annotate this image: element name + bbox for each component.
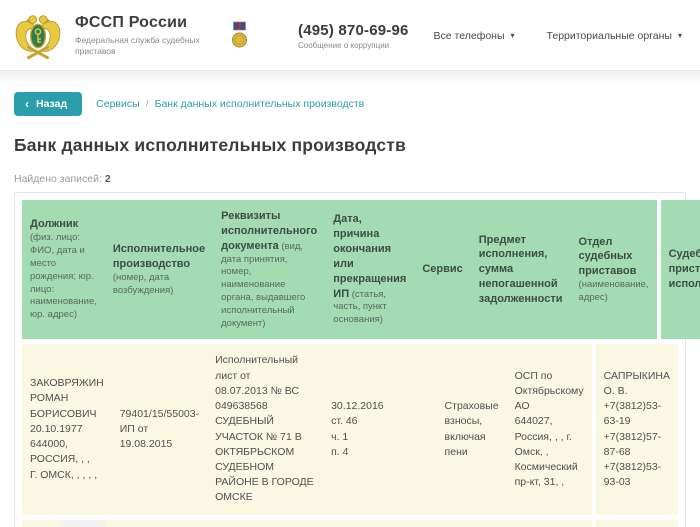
results-label: Найдено записей: (14, 173, 102, 185)
column-header-termination: Дата, причина окончания или прекращения … (325, 200, 414, 339)
proceedings-table: Должник (физ. лицо: ФИО, дата и место ро… (14, 192, 686, 527)
chevron-down-icon: ▾ (511, 32, 515, 40)
results-count: 2 (105, 173, 111, 185)
nav-all-phones[interactable]: Все телефоны ▾ (434, 30, 515, 42)
cell-proceeding: 79401/15/55003- ИП от 19.08.2015 (112, 344, 207, 514)
column-header-document: Реквизиты исполнительного документа (вид… (213, 200, 325, 339)
cell-department: ОСП по Октябрьскому АО 644027, Россия, ,… (507, 520, 592, 527)
breadcrumb: ‹ Назад Сервисы / Банк данных исполнител… (14, 92, 686, 116)
medal-icon (231, 21, 248, 51)
cell-document: Исполнительный лист от 08.07.2013 № ВС 0… (207, 344, 323, 514)
column-header-bailiff: Судебный пристав-исполнитель (661, 200, 700, 339)
home-link[interactable]: ФССП России Федеральная служба судебных … (12, 10, 203, 62)
back-button[interactable]: ‹ Назад (14, 92, 82, 116)
column-header-debtor: Должник (физ. лицо: ФИО, дата и место ро… (22, 200, 105, 339)
fssp-emblem-icon (12, 10, 64, 62)
column-header-subject: Предмет исполнения, сумма непогашенной з… (471, 200, 571, 339)
chevron-down-icon: ▾ (678, 32, 682, 40)
contact-block: (495) 870-69-96 Сообщение о коррупции (298, 22, 409, 50)
footer-edge (60, 520, 106, 527)
cell-subject: Страховые взносы, включая пени (437, 344, 507, 514)
cell-service (405, 520, 437, 527)
nav-all-phones-label: Все телефоны (434, 30, 505, 42)
phone-number: (495) 870-69-96 (298, 22, 409, 39)
column-header-department: Отдел судебных приставов (наименование, … (571, 200, 657, 339)
site-header: ФССП России Федеральная служба судебных … (0, 0, 700, 70)
nav-territorial-bodies-label: Территориальные органы (547, 30, 672, 42)
nav-territorial-bodies[interactable]: Территориальные органы ▾ (547, 30, 682, 42)
column-header-service: Сервис (414, 200, 470, 339)
breadcrumb-separator: / (146, 98, 149, 110)
back-button-label: Назад (36, 98, 67, 110)
page-title: Банк данных исполнительных производств (14, 135, 686, 156)
cell-proceeding: 146566/16/55003- ИП от 20.12.2016 (112, 520, 213, 527)
top-navigation: Все телефоны ▾ Территориальные органы ▾ (434, 30, 686, 42)
corruption-report-link[interactable]: Сообщение о коррупции (298, 41, 409, 50)
breadcrumb-services[interactable]: Сервисы (96, 98, 140, 110)
cell-bailiff: САПРЫКИНА О. В. +7(3812)53- 63-19 +7(381… (596, 344, 678, 514)
cell-service (404, 344, 436, 514)
header-divider (0, 70, 700, 86)
cell-department: ОСП по Октябрьскому АО 644027, Россия, ,… (507, 344, 592, 514)
cell-bailiff: САПРЫКИНА О. В. +7(3812)53- 63-19 +7(381… (596, 520, 678, 527)
table-row: ЗАКОВРЯЖИН РОМАН БОРИСОВИЧ 20.10.1977 64… (22, 520, 678, 527)
cell-debtor: ЗАКОВРЯЖИН РОМАН БОРИСОВИЧ 20.10.1977 64… (22, 344, 112, 514)
chevron-left-icon: ‹ (25, 98, 29, 110)
cell-document: Исполнительный лист от 28.11.2015 № 2-14… (213, 520, 326, 527)
breadcrumb-trail: Сервисы / Банк данных исполнительных про… (96, 98, 364, 110)
table-row: ЗАКОВРЯЖИН РОМАН БОРИСОВИЧ 20.10.1977 64… (22, 344, 678, 514)
cell-subject: Страховые взносы, включая пени (437, 520, 507, 527)
cell-termination: 30.12.2016 ст. 46 ч. 1 п. 4 (323, 344, 404, 514)
org-subtitle: Федеральная служба судебных приставов (75, 35, 203, 58)
cell-termination: 28.12.2016 ст. 46 ч. 1 п. 4 (326, 520, 405, 527)
org-name: ФССП России (75, 14, 203, 32)
table-header-row: Должник (физ. лицо: ФИО, дата и место ро… (22, 200, 678, 339)
breadcrumb-current[interactable]: Банк данных исполнительных производств (155, 98, 365, 110)
results-summary: Найдено записей: 2 (14, 173, 686, 185)
column-header-proceeding: Исполнительное производство (номер, дата… (105, 200, 213, 339)
brand-text: ФССП России Федеральная служба судебных … (75, 14, 203, 58)
